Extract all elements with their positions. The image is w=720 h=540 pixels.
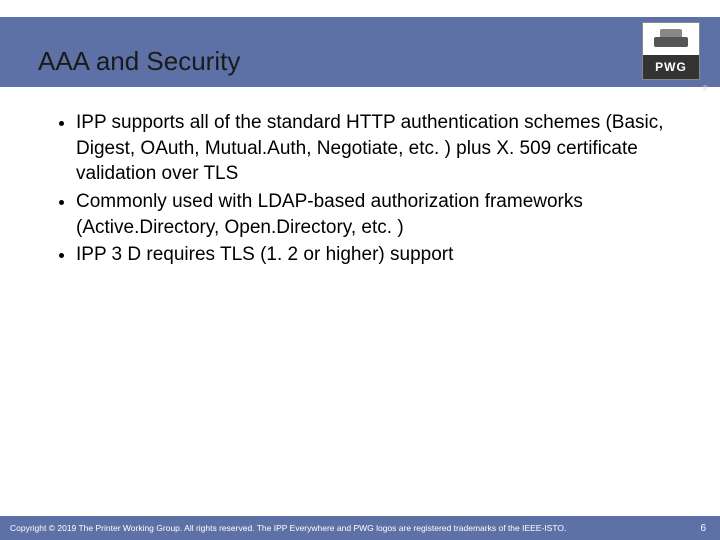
bullet-list: IPP supports all of the standard HTTP au… xyxy=(54,110,670,268)
list-item: IPP 3 D requires TLS (1. 2 or higher) su… xyxy=(76,242,670,268)
slide: AAA and Security PWG ® IPP supports all … xyxy=(0,0,720,540)
content-area: IPP supports all of the standard HTTP au… xyxy=(54,110,670,270)
logo-text: PWG xyxy=(643,55,699,79)
printer-icon xyxy=(643,23,699,55)
list-item: IPP supports all of the standard HTTP au… xyxy=(76,110,670,187)
copyright-text: Copyright © 2019 The Printer Working Gro… xyxy=(10,523,566,533)
slide-title: AAA and Security xyxy=(38,46,240,77)
page-number: 6 xyxy=(700,523,706,534)
registered-mark: ® xyxy=(702,84,708,93)
pwg-logo: PWG xyxy=(642,22,700,80)
footer-band: Copyright © 2019 The Printer Working Gro… xyxy=(0,516,720,540)
list-item: Commonly used with LDAP-based authorizat… xyxy=(76,189,670,240)
